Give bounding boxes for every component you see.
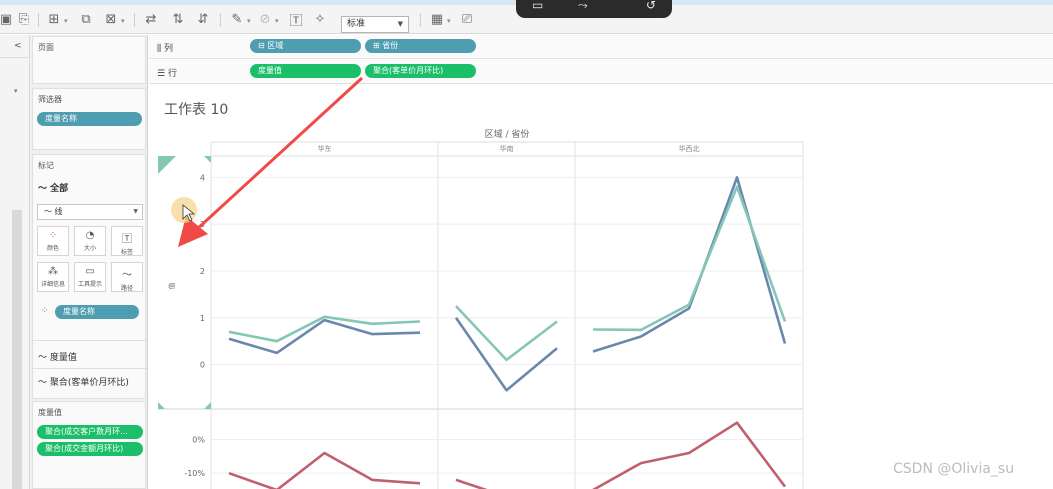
bottom-series-0-panel-1-line xyxy=(455,478,488,489)
selection-corner-tl xyxy=(158,156,176,174)
selection-corner-bl xyxy=(158,402,165,409)
bottom-series-0-panel-0-line xyxy=(228,451,421,489)
bottom-tick-label-1: -10% xyxy=(184,469,205,478)
selection-corner-tr xyxy=(204,156,211,163)
panel-header-0: 华东 xyxy=(318,144,332,153)
chart-header: 区域 / 省份 xyxy=(485,128,530,140)
top-series-0-panel-1-line xyxy=(454,317,558,392)
top-tick-label-1: 1 xyxy=(200,314,205,323)
panel-header-2: 华西北 xyxy=(679,144,700,153)
top-series-1-panel-1-line xyxy=(455,305,558,362)
annotation-arrow xyxy=(194,76,364,232)
top-tick-label-0: 0 xyxy=(200,361,205,370)
panel-header-1: 华南 xyxy=(500,144,514,153)
bottom-series-0-panel-2-line xyxy=(592,421,787,489)
top-tick-label-2: 2 xyxy=(200,267,205,276)
chart-svg: 区域 / 省份华东华南华西北 01234值0%-10% xyxy=(158,76,804,489)
top-tick-label-4: 4 xyxy=(200,173,205,182)
top-axis-label: 值 xyxy=(167,283,176,290)
bottom-tick-label-0: 0% xyxy=(192,436,205,445)
watermark: CSDN @Olivia_su xyxy=(893,461,1015,477)
top-series-0-panel-2-line xyxy=(592,176,787,353)
selection-corner-br xyxy=(204,402,211,409)
